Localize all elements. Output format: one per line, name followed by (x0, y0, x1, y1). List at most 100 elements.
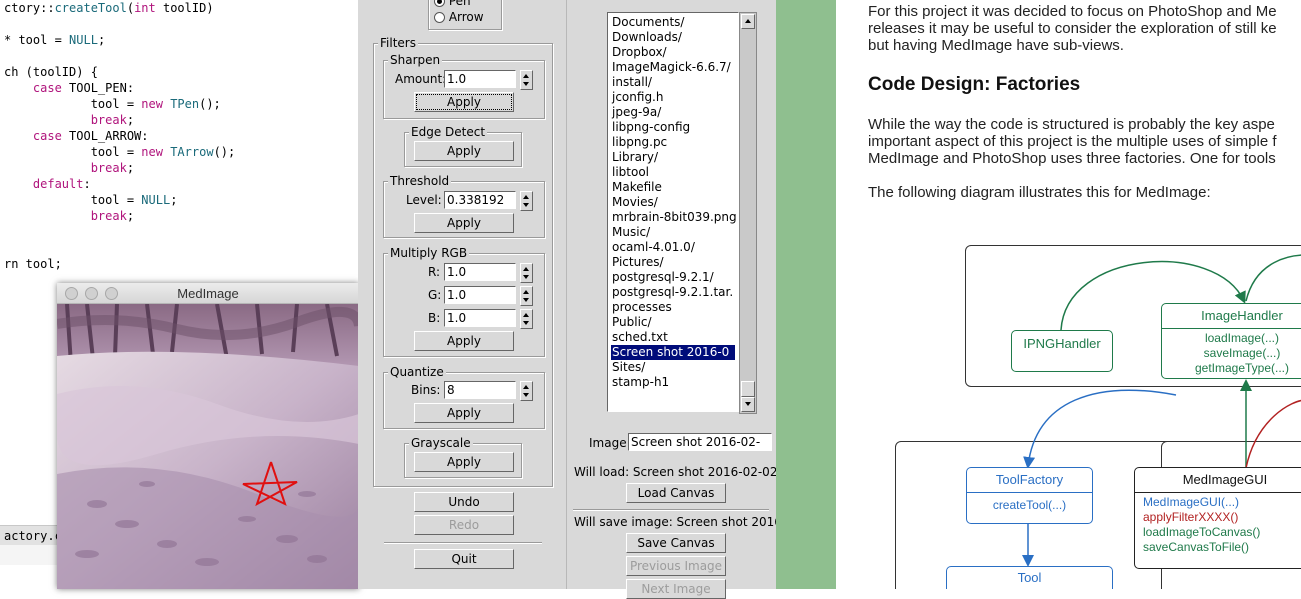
radio-pen[interactable]: Pen (434, 0, 471, 8)
medimage-gui-name: MedImageGUI (1135, 468, 1301, 493)
green-multiplier-spinner[interactable] (520, 286, 533, 306)
grayscale-apply-button[interactable]: Apply (414, 452, 514, 472)
quantize-bins-label: Bins: (411, 383, 441, 397)
threshold-level-spinner[interactable] (520, 191, 533, 211)
image-label: Image: (589, 436, 631, 450)
file-list-item[interactable]: install/ (612, 75, 652, 90)
medimage-window-title: MedImage (177, 286, 239, 301)
redo-button[interactable]: Redo (414, 515, 514, 535)
medimage-gui-methods: MedImageGUI(...) applyFilterXXXX() loadI… (1135, 493, 1301, 555)
quantize-bins-input[interactable]: 8 (444, 381, 516, 399)
file-list-item[interactable]: libpng.pc (612, 135, 667, 150)
image-filename-input[interactable]: Screen shot 2016-02- (628, 433, 772, 451)
medimage-titlebar[interactable]: MedImage (57, 283, 359, 304)
file-list-item[interactable]: jpeg-9a/ (612, 105, 661, 120)
radio-arrow[interactable]: Arrow (434, 10, 484, 24)
quit-button[interactable]: Quit (414, 549, 514, 569)
code-token: tool = (4, 193, 142, 207)
red-multiplier-input[interactable]: 1.0 (444, 263, 516, 281)
load-canvas-button[interactable]: Load Canvas (626, 483, 726, 503)
tool-class: Tool (946, 566, 1113, 589)
code-token: tool = (4, 97, 142, 111)
file-list-item[interactable]: postgresql-9.2.1/ (612, 270, 714, 285)
previous-image-button[interactable]: Previous Image (626, 556, 726, 576)
blue-multiplier-spinner[interactable] (520, 309, 533, 329)
code-token: : (83, 177, 91, 191)
tool-factory-class: ToolFactory createTool(...) (966, 467, 1093, 524)
next-image-button[interactable]: Next Image (626, 579, 726, 599)
method-load-image: loadImage(...) (1204, 331, 1280, 345)
code-token: break (90, 161, 127, 175)
code-token: case (32, 81, 62, 95)
save-canvas-button[interactable]: Save Canvas (626, 533, 726, 553)
sharpen-amount-spinner[interactable] (520, 70, 533, 90)
file-list-item[interactable]: libtool (612, 165, 649, 180)
method-create-tool: createTool(...) (992, 498, 1067, 512)
file-listbox[interactable]: Documents/Downloads/Dropbox/ImageMagick-… (607, 12, 739, 412)
grayscale-label: Grayscale (409, 436, 473, 450)
file-list-item[interactable]: Pictures/ (612, 255, 664, 270)
threshold-level-input[interactable]: 0.338192 (444, 191, 516, 209)
code-line: tool = NULL; (4, 192, 178, 208)
file-list-item[interactable]: mrbrain-8bit039.png (612, 210, 737, 225)
code-line: rn tool; (4, 256, 62, 272)
medimage-window: MedImage (57, 283, 359, 589)
scroll-down-arrow[interactable] (741, 397, 755, 412)
snow-scene-image (57, 304, 359, 589)
code-token: break (90, 113, 127, 127)
image-canvas[interactable] (57, 304, 359, 589)
file-list-item[interactable]: ImageMagick-6.6.7/ (612, 60, 731, 75)
file-list-item[interactable]: Makefile (612, 180, 662, 195)
code-token: NULL (141, 193, 171, 207)
file-list-item[interactable]: Movies/ (612, 195, 658, 210)
will-load-label: Will load: Screen shot 2016-02-02 (574, 465, 778, 479)
sharpen-apply-button[interactable]: Apply (414, 92, 514, 112)
quantize-bins-spinner[interactable] (520, 381, 533, 401)
file-list-item[interactable]: Library/ (612, 150, 658, 165)
method-save-image: saveImage(...) (1203, 346, 1281, 360)
file-list-item[interactable]: postgresql-9.2.1.tar. (612, 285, 733, 300)
code-token: NULL (69, 33, 98, 47)
green-multiplier-input[interactable]: 1.0 (444, 286, 516, 304)
sharpen-amount-input[interactable]: 1.0 (444, 70, 516, 88)
file-list-item[interactable]: Dropbox/ (612, 45, 667, 60)
green-label: G: (428, 288, 442, 302)
file-list-item[interactable]: Music/ (612, 225, 650, 240)
code-token: ; (126, 161, 135, 175)
file-list-item[interactable]: Downloads/ (612, 30, 682, 45)
file-list-item[interactable]: sched.txt (612, 330, 668, 345)
file-list-item[interactable]: Documents/ (612, 15, 684, 30)
file-list-item[interactable]: libpng-config (612, 120, 690, 135)
file-list-item[interactable]: Public/ (612, 315, 652, 330)
file-panel-separator (573, 509, 769, 511)
edge-detect-apply-button[interactable]: Apply (414, 141, 514, 161)
blue-multiplier-input[interactable]: 1.0 (444, 309, 516, 327)
scroll-up-arrow[interactable] (741, 14, 755, 29)
file-list-item[interactable]: jconfig.h (612, 90, 663, 105)
sharpen-label: Sharpen (388, 53, 443, 67)
sharpen-amount-label: Amount: (395, 72, 447, 86)
quantize-apply-button[interactable]: Apply (414, 403, 514, 423)
file-list-item[interactable]: processes (612, 300, 672, 315)
image-handler-class: ImageHandler loadImage(...) saveImage(..… (1161, 303, 1301, 379)
file-list-scrollbar[interactable] (739, 12, 757, 414)
multiply-rgb-label: Multiply RGB (388, 246, 470, 260)
file-list-item[interactable]: Sites/ (612, 360, 645, 375)
code-line: ch (toolID) { (4, 64, 98, 80)
file-list-item[interactable]: ocaml-4.01.0/ (612, 240, 695, 255)
radio-arrow-label: Arrow (448, 10, 484, 24)
file-list-item[interactable]: Screen shot 2016-0 (611, 345, 736, 360)
scroll-thumb[interactable] (741, 381, 755, 397)
red-multiplier-spinner[interactable] (520, 263, 533, 283)
red-label: R: (428, 265, 441, 279)
threshold-apply-button[interactable]: Apply (414, 213, 514, 233)
undo-button[interactable]: Undo (414, 492, 514, 512)
code-line: * tool = NULL; (4, 32, 105, 48)
file-list-item[interactable]: stamp-h1 (612, 375, 669, 390)
multiply-rgb-apply-button[interactable]: Apply (414, 331, 514, 351)
code-token: new (141, 145, 163, 159)
method-apply-filter: applyFilterXXXX() (1143, 510, 1239, 524)
code-line: break; (4, 208, 134, 224)
